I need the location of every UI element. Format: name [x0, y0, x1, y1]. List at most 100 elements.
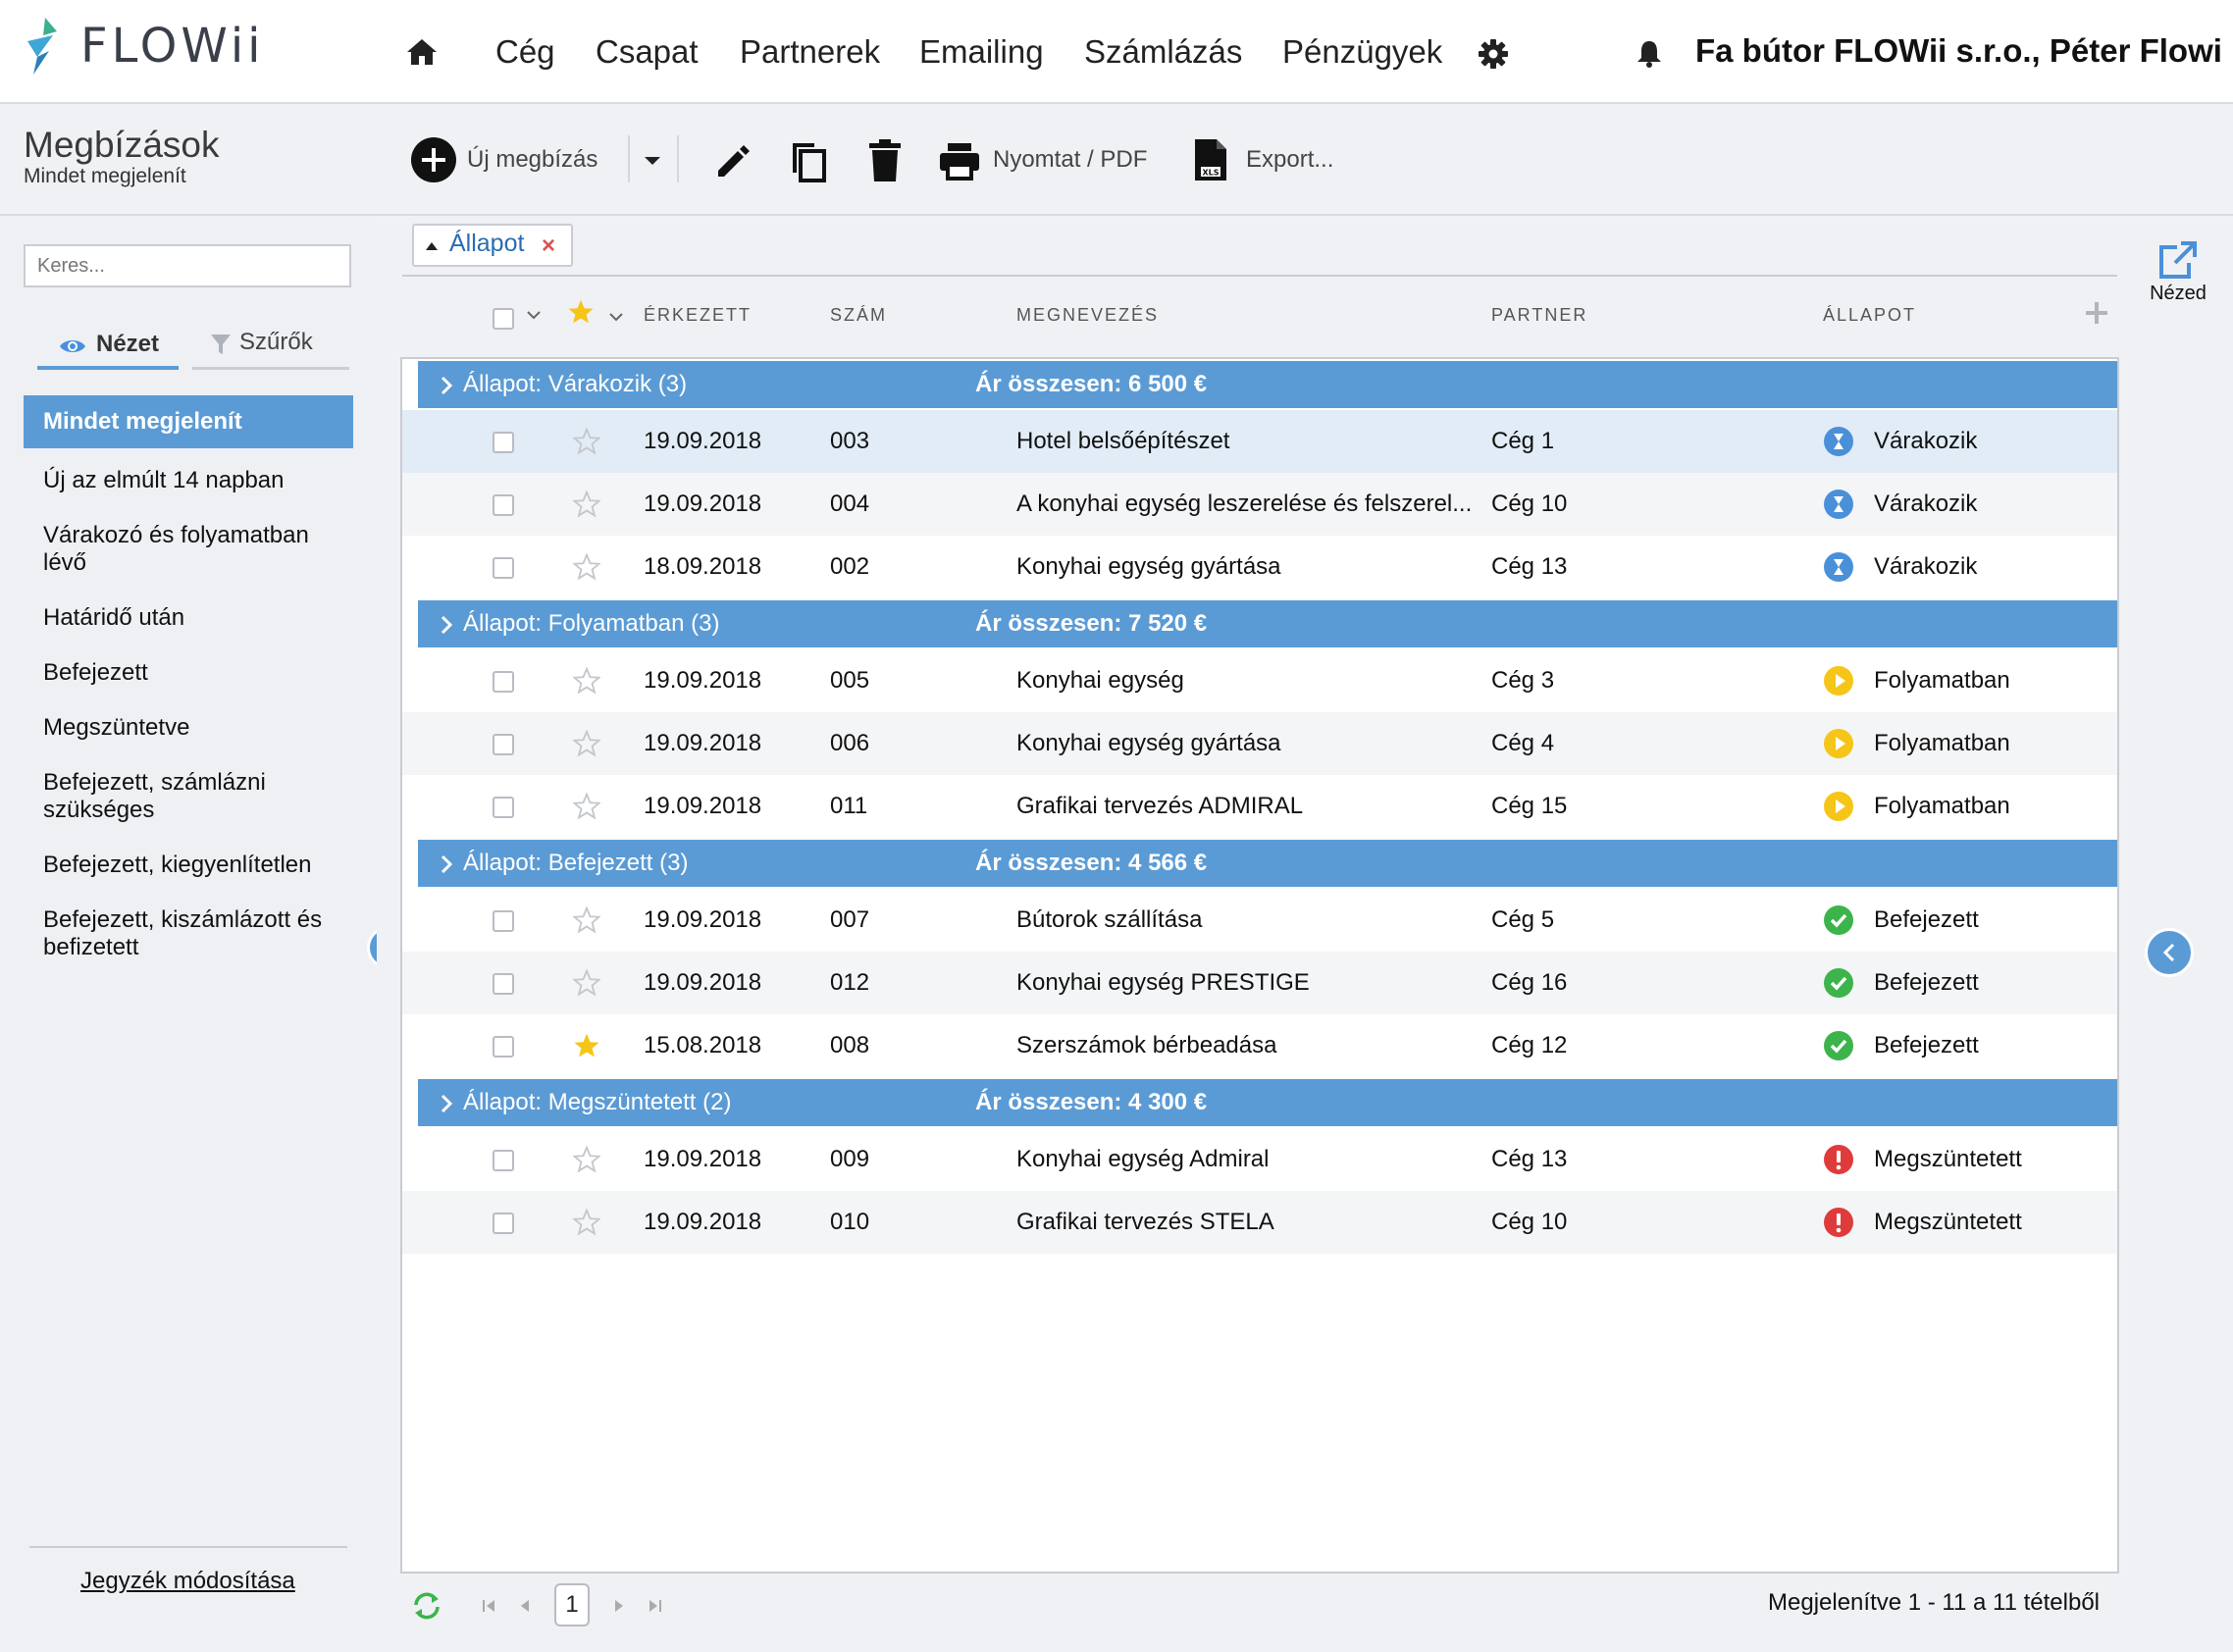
- col-header-received[interactable]: ÉRKEZETT: [644, 305, 752, 326]
- star-outline-icon[interactable]: [573, 428, 600, 455]
- table-row[interactable]: 19.09.2018 010 Grafikai tervezés STELA C…: [402, 1191, 2117, 1254]
- table-row[interactable]: 19.09.2018 006 Konyhai egység gyártása C…: [402, 712, 2117, 775]
- star-options-chevron-icon[interactable]: [608, 312, 624, 322]
- table-row[interactable]: 19.09.2018 012 Konyhai egység PRESTIGE C…: [402, 952, 2117, 1014]
- sort-asc-icon[interactable]: [426, 242, 438, 250]
- next-page-icon[interactable]: [612, 1597, 626, 1615]
- star-outline-icon[interactable]: [573, 730, 600, 757]
- group-by-chip-label[interactable]: Állapot: [449, 230, 524, 258]
- row-checkbox[interactable]: [493, 734, 514, 755]
- col-header-name[interactable]: MEGNEVEZÉS: [1016, 305, 1159, 326]
- select-options-chevron-icon[interactable]: [526, 310, 542, 320]
- cell-number: 010: [830, 1209, 870, 1235]
- star-outline-icon[interactable]: [573, 906, 600, 934]
- sidebar-item-active[interactable]: Mindet megjelenít: [24, 395, 353, 448]
- group-header-waiting[interactable]: Állapot: Várakozik (3) Ár összesen: 6 50…: [418, 361, 2117, 408]
- first-page-icon[interactable]: [481, 1597, 498, 1615]
- sidebar-item-finished-paid[interactable]: Befejezett, kiszámlázott és befizetett: [43, 906, 338, 961]
- table-row[interactable]: 19.09.2018 004 A konyhai egység leszerel…: [402, 473, 2117, 536]
- sidebar-item-new-14-days[interactable]: Új az elmúlt 14 napban: [43, 467, 338, 494]
- table-row[interactable]: 19.09.2018 003 Hotel belsőépítészet Cég …: [402, 410, 2117, 473]
- prev-page-icon[interactable]: [518, 1597, 532, 1615]
- search-input[interactable]: [24, 244, 351, 287]
- star-outline-icon[interactable]: [573, 490, 600, 518]
- trash-icon[interactable]: [867, 139, 903, 182]
- cell-name: Szerszámok bérbeadása: [1016, 1032, 1277, 1058]
- star-outline-icon[interactable]: [573, 1146, 600, 1173]
- bell-icon[interactable]: [1636, 39, 1663, 69]
- group-header-in-progress[interactable]: Állapot: Folyamatban (3) Ár összesen: 7 …: [418, 600, 2117, 647]
- toolbar-divider: [628, 135, 630, 182]
- print-pdf-button[interactable]: Nyomtat / PDF: [993, 146, 1147, 174]
- nav-item-csapat[interactable]: Csapat: [596, 33, 699, 71]
- row-checkbox[interactable]: [493, 1213, 514, 1234]
- select-all-checkbox[interactable]: [493, 308, 514, 330]
- nav-item-penzugyek[interactable]: Pénzügyek: [1282, 33, 1442, 71]
- group-header-cancelled[interactable]: Állapot: Megszüntetett (2) Ár összesen: …: [418, 1079, 2117, 1126]
- cell-number: 009: [830, 1146, 870, 1172]
- export-button[interactable]: Export...: [1246, 146, 1333, 174]
- star-outline-icon[interactable]: [573, 969, 600, 997]
- open-view-label[interactable]: Nézed: [2149, 283, 2207, 305]
- group-header-finished[interactable]: Állapot: Befejezett (3) Ár összesen: 4 5…: [418, 840, 2117, 887]
- nav-item-emailing[interactable]: Emailing: [919, 33, 1044, 71]
- star-outline-icon[interactable]: [573, 667, 600, 695]
- sidebar-item-cancelled[interactable]: Megszüntetve: [43, 714, 338, 742]
- nav-item-partnerek[interactable]: Partnerek: [740, 33, 880, 71]
- table-row[interactable]: 19.09.2018 011 Grafikai tervezés ADMIRAL…: [402, 775, 2117, 838]
- home-icon[interactable]: [405, 37, 439, 67]
- star-filled-icon[interactable]: [567, 298, 595, 326]
- col-header-partner[interactable]: PARTNER: [1491, 305, 1587, 326]
- table-row[interactable]: 19.09.2018 005 Konyhai egység Cég 3 Foly…: [402, 649, 2117, 712]
- col-header-number[interactable]: SZÁM: [830, 305, 887, 326]
- tab-view[interactable]: Nézet: [37, 325, 179, 370]
- sidebar-item-finished-unpaid[interactable]: Befejezett, kiegyenlítetlen: [43, 852, 338, 879]
- tab-filters[interactable]: Szűrők: [192, 325, 349, 370]
- table-row[interactable]: 18.09.2018 002 Konyhai egység gyártása C…: [402, 536, 2117, 598]
- row-checkbox[interactable]: [493, 557, 514, 579]
- row-checkbox[interactable]: [493, 671, 514, 693]
- chip-remove-icon[interactable]: ×: [542, 232, 555, 260]
- sidebar-item-finished[interactable]: Befejezett: [43, 659, 338, 687]
- new-order-button[interactable]: Új megbízás: [467, 146, 597, 174]
- print-icon[interactable]: [938, 141, 981, 181]
- sidebar-item-overdue[interactable]: Határidő után: [43, 604, 338, 632]
- row-checkbox[interactable]: [493, 494, 514, 516]
- edit-pencil-icon[interactable]: [712, 141, 752, 181]
- row-checkbox[interactable]: [493, 1150, 514, 1171]
- refresh-icon[interactable]: [410, 1591, 443, 1621]
- export-xls-icon[interactable]: XLS: [1193, 137, 1228, 182]
- table-row[interactable]: 15.08.2018 008 Szerszámok bérbeadása Cég…: [402, 1014, 2117, 1077]
- row-checkbox[interactable]: [493, 910, 514, 932]
- sidebar-item-finished-to-invoice[interactable]: Befejezett, számlázni szükséges: [43, 769, 338, 824]
- company-user-name[interactable]: Fa bútor FLOWii s.r.o., Péter Flowi: [1695, 32, 2222, 70]
- expand-right-panel-button[interactable]: [2145, 928, 2194, 977]
- row-checkbox[interactable]: [493, 432, 514, 453]
- edit-list-link[interactable]: Jegyzék módosítása: [80, 1568, 295, 1595]
- open-external-icon[interactable]: [2149, 241, 2206, 281]
- logo[interactable]: FLOWii: [24, 16, 265, 77]
- chevron-right-icon: [441, 376, 453, 395]
- cell-name: Hotel belsőépítészet: [1016, 428, 1230, 454]
- sidebar-item-waiting-in-progress[interactable]: Várakozó és folyamatban lévő: [43, 522, 338, 577]
- nav-item-szamlazas[interactable]: Számlázás: [1084, 33, 1242, 71]
- star-outline-icon[interactable]: [573, 793, 600, 820]
- row-checkbox[interactable]: [493, 1036, 514, 1058]
- cell-status: Befejezett: [1874, 1032, 1979, 1058]
- row-checkbox[interactable]: [493, 973, 514, 995]
- add-column-plus-icon[interactable]: [2084, 300, 2109, 326]
- row-checkbox[interactable]: [493, 797, 514, 818]
- gear-icon[interactable]: [1478, 38, 1509, 70]
- table-row[interactable]: 19.09.2018 009 Konyhai egység Admiral Cé…: [402, 1128, 2117, 1191]
- last-page-icon[interactable]: [646, 1597, 663, 1615]
- star-filled-icon[interactable]: [573, 1032, 600, 1059]
- table-row[interactable]: 19.09.2018 007 Bútorok szállítása Cég 5 …: [402, 889, 2117, 952]
- new-order-plus-icon[interactable]: [410, 136, 457, 183]
- star-outline-icon[interactable]: [573, 553, 600, 581]
- copy-icon[interactable]: [789, 139, 828, 182]
- new-order-dropdown-chevron-icon[interactable]: [644, 155, 661, 167]
- current-page-box[interactable]: 1: [554, 1583, 590, 1626]
- col-header-status[interactable]: ÁLLAPOT: [1823, 305, 1916, 326]
- nav-item-ceg[interactable]: Cég: [495, 33, 555, 71]
- star-outline-icon[interactable]: [573, 1209, 600, 1236]
